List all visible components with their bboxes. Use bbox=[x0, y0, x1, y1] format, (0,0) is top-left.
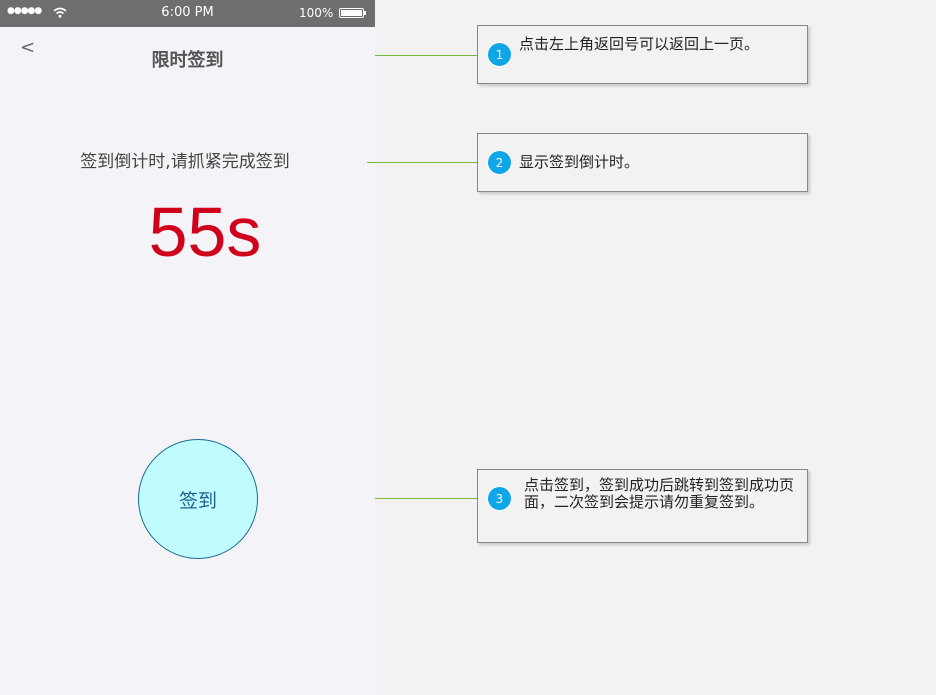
countdown-tip: 签到倒计时,请抓紧完成签到 bbox=[80, 152, 290, 172]
annotation-text-1: 点击左上角返回号可以返回上一页。 bbox=[519, 35, 760, 53]
annotation-note-2: 2 显示签到倒计时。 bbox=[477, 133, 808, 192]
page-title: 限时签到 bbox=[151, 50, 224, 71]
battery-icon bbox=[339, 8, 366, 18]
checkin-button-label: 签到 bbox=[178, 489, 217, 512]
countdown-value: 55s bbox=[148, 193, 262, 271]
annotation-badge-3: 3 bbox=[487, 486, 512, 511]
phone-screen: ●●●●● 6:00 PM 100% < 限时签到 签到倒计时,请抓紧完成签到 … bbox=[0, 0, 375, 695]
annotation-connector-3 bbox=[375, 498, 485, 499]
annotation-text-3: 点击签到，签到成功后跳转到签到成功页面，二次签到会提示请勿重复签到。 bbox=[524, 476, 795, 511]
annotation-text-2: 显示签到倒计时。 bbox=[519, 153, 640, 171]
status-bar: ●●●●● 6:00 PM 100% bbox=[0, 0, 375, 27]
annotation-badge-1: 1 bbox=[487, 42, 512, 67]
annotation-badge-2: 2 bbox=[487, 150, 512, 175]
annotation-note-3: 3 点击签到，签到成功后跳转到签到成功页面，二次签到会提示请勿重复签到。 bbox=[477, 469, 808, 543]
battery-percentage: 100% bbox=[299, 6, 334, 20]
annotation-note-1: 1 点击左上角返回号可以返回上一页。 bbox=[477, 25, 808, 84]
checkin-button[interactable]: 签到 bbox=[138, 439, 258, 559]
prototype-canvas: ●●●●● 6:00 PM 100% < 限时签到 签到倒计时,请抓紧完成签到 … bbox=[0, 0, 936, 695]
annotation-connector-1 bbox=[375, 55, 485, 56]
annotation-connector-2 bbox=[367, 162, 485, 163]
